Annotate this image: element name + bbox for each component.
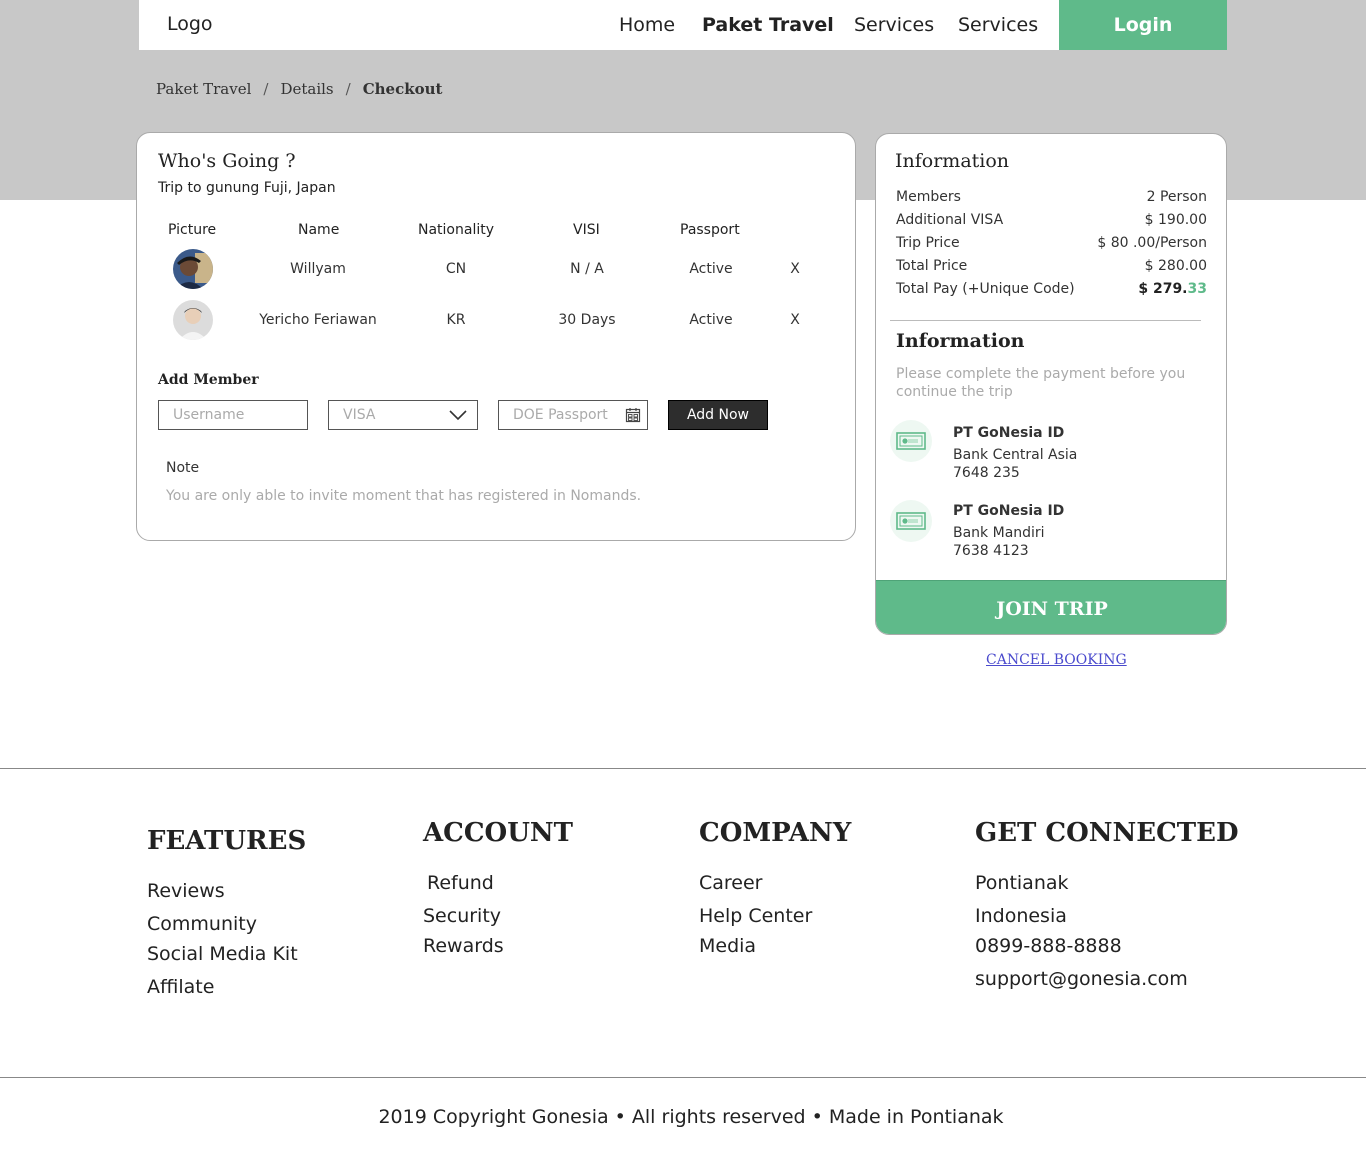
member-visa: N / A	[570, 261, 604, 277]
note-label: Note	[166, 460, 200, 476]
trip-subtitle: Trip to gunung Fuji, Japan	[158, 180, 336, 196]
footer-divider	[0, 768, 1366, 769]
member-name: Willyam	[290, 261, 346, 277]
total-pay-main: $ 279.	[1138, 281, 1188, 297]
visa-select[interactable]: VISA	[328, 400, 478, 430]
footer-features-title: FEATURES	[147, 826, 307, 856]
divider	[890, 320, 1201, 321]
footer-contact-email[interactable]: support@gonesia.com	[975, 968, 1188, 990]
col-header-picture: Picture	[168, 222, 217, 238]
unique-code: 33	[1187, 281, 1207, 297]
info-row-total-pay: Total Pay (+Unique Code) $ 279.33	[896, 281, 1207, 297]
footer-company-title: COMPANY	[699, 818, 852, 848]
member-passport: Active	[689, 261, 733, 277]
payment-info-text: Please complete the payment before you c…	[896, 366, 1186, 400]
navbar: Logo Home Paket Travel Services Services…	[139, 0, 1227, 50]
total-pay-value: $ 279.33	[1138, 281, 1207, 297]
footer-link-affiliate[interactable]: Affilate	[147, 976, 214, 998]
whos-going-title: Who's Going ?	[158, 150, 296, 172]
join-trip-button[interactable]: JOIN TRIP	[876, 580, 1226, 634]
add-now-button[interactable]: Add Now	[668, 400, 768, 430]
info-label: Additional VISA	[896, 212, 1004, 228]
visa-select-value: VISA	[343, 407, 376, 423]
bank-name: Bank Mandiri	[953, 525, 1045, 541]
member-passport: Active	[689, 312, 733, 328]
info-value: $ 80 .00/Person	[1097, 235, 1207, 251]
breadcrumb-item-paket-travel[interactable]: Paket Travel	[156, 80, 251, 98]
breadcrumb-separator: /	[345, 80, 351, 98]
footer-contact-country: Indonesia	[975, 905, 1067, 927]
cancel-booking-link[interactable]: CANCEL BOOKING	[986, 652, 1127, 668]
col-header-name: Name	[298, 222, 340, 238]
bank-company-name: PT GoNesia ID	[953, 425, 1065, 441]
copyright-divider	[0, 1077, 1366, 1078]
logo[interactable]: Logo	[167, 13, 213, 35]
calendar-icon[interactable]	[625, 407, 641, 423]
breadcrumb-separator: /	[263, 80, 269, 98]
footer-link-help-center[interactable]: Help Center	[699, 905, 812, 927]
info-label: Total Price	[896, 258, 968, 274]
member-name: Yericho Feriawan	[259, 312, 377, 328]
username-input[interactable]	[173, 407, 307, 423]
breadcrumb: Paket Travel / Details / Checkout	[156, 80, 442, 98]
col-header-nationality: Nationality	[418, 222, 495, 238]
footer-connected-title: GET CONNECTED	[975, 818, 1239, 848]
chevron-down-icon	[449, 410, 467, 421]
info-label: Members	[896, 189, 961, 205]
info-value: $ 190.00	[1144, 212, 1207, 228]
nav-paket-travel[interactable]: Paket Travel	[702, 14, 834, 36]
nav-services-2[interactable]: Services	[958, 14, 1038, 36]
footer-link-reviews[interactable]: Reviews	[147, 880, 225, 902]
bank-account-number: 7638 4123	[953, 543, 1029, 559]
information-title: Information	[895, 150, 1010, 172]
info-label: Trip Price	[896, 235, 960, 251]
passport-date-input[interactable]	[513, 407, 621, 423]
bank-company-name: PT GoNesia ID	[953, 503, 1065, 519]
breadcrumb-item-checkout: Checkout	[362, 80, 443, 98]
avatar	[173, 249, 213, 289]
info-row-total-price: Total Price $ 280.00	[896, 258, 1207, 274]
note-text: You are only able to invite moment that …	[166, 488, 642, 504]
info-value: 2 Person	[1146, 189, 1207, 205]
footer-contact-phone[interactable]: 0899-888-8888	[975, 935, 1122, 957]
copyright-text: 2019 Copyright Gonesia • All rights rese…	[378, 1106, 1004, 1128]
breadcrumb-item-details[interactable]: Details	[280, 80, 333, 98]
info-value: $ 280.00	[1144, 258, 1207, 274]
member-nationality: CN	[445, 261, 467, 277]
footer-account-title: ACCOUNT	[423, 818, 573, 848]
info-row-additional-visa: Additional VISA $ 190.00	[896, 212, 1207, 228]
footer-link-security[interactable]: Security	[423, 905, 501, 927]
nav-services[interactable]: Services	[854, 14, 934, 36]
member-nationality: KR	[446, 312, 466, 328]
footer-link-career[interactable]: Career	[699, 872, 763, 894]
bank-account-number: 7648 235	[953, 465, 1020, 481]
remove-member-button[interactable]: X	[790, 312, 800, 328]
nav-home[interactable]: Home	[619, 14, 675, 36]
footer-link-media[interactable]: Media	[699, 935, 756, 957]
passport-date-field	[498, 400, 648, 430]
bank-transfer-icon	[890, 420, 932, 462]
info-row-trip-price: Trip Price $ 80 .00/Person	[896, 235, 1207, 251]
footer-link-social-media-kit[interactable]: Social Media Kit	[147, 943, 298, 965]
footer-link-community[interactable]: Community	[147, 913, 257, 935]
info-row-members: Members 2 Person	[896, 189, 1207, 205]
remove-member-button[interactable]: X	[790, 261, 800, 277]
footer-link-rewards[interactable]: Rewards	[423, 935, 504, 957]
info-label: Total Pay (+Unique Code)	[896, 281, 1075, 297]
member-visa: 30 Days	[558, 312, 616, 328]
bank-transfer-icon	[890, 500, 932, 542]
footer-contact-city: Pontianak	[975, 872, 1069, 894]
col-header-visa: VISI	[573, 222, 600, 238]
avatar	[173, 300, 213, 340]
information-card: Information Members 2 Person Additional …	[875, 133, 1227, 635]
col-header-passport: Passport	[680, 222, 740, 238]
payment-info-title: Information	[896, 330, 1025, 352]
login-button[interactable]: Login	[1059, 0, 1227, 50]
add-member-label: Add Member	[158, 372, 259, 388]
footer-link-refund[interactable]: Refund	[427, 872, 494, 894]
bank-name: Bank Central Asia	[953, 447, 1078, 463]
username-field	[158, 400, 308, 430]
